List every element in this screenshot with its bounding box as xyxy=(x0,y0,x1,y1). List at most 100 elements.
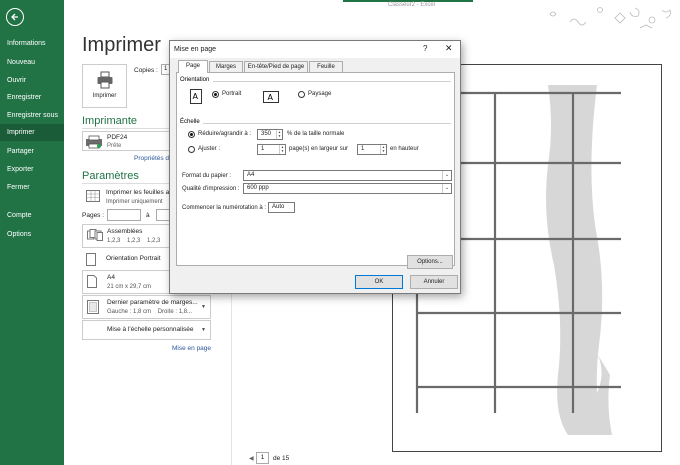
reduce-percent-value: 350 xyxy=(261,131,272,137)
sidebar-item-enregistrer-sous[interactable]: Enregistrer sous xyxy=(0,107,64,124)
close-icon[interactable]: ✕ xyxy=(445,43,453,54)
fit-tall-spinner[interactable]: 1 ▲ ▼ xyxy=(357,144,387,155)
paper-size-main: A4 xyxy=(107,274,115,281)
sidebar-item-compte[interactable]: Compte xyxy=(0,207,64,224)
options-button[interactable]: Options... xyxy=(407,255,453,269)
printer-section-title: Imprimante xyxy=(82,115,138,127)
sidebar-item-exporter[interactable]: Exporter xyxy=(0,161,64,178)
spinner-arrows-icon[interactable]: ▲ ▼ xyxy=(279,145,285,154)
page-title: Imprimer xyxy=(82,34,161,56)
paper-size-sub: 21 cm x 29,7 cm xyxy=(107,284,152,290)
fit-radio[interactable] xyxy=(188,146,195,153)
page-setup-dialog: Mise en page ? ✕ Page Marges En-tête/Pie… xyxy=(169,40,461,294)
margins-sub: Gauche : 1,8 cm Droite : 1,8... xyxy=(107,309,193,315)
chevron-down-icon: ▼ xyxy=(201,327,206,333)
paper-size-value: A4 xyxy=(247,172,255,178)
scaling-main: Mise à l'échelle personnalisée xyxy=(107,326,194,333)
back-button[interactable] xyxy=(6,8,24,26)
fit-tall-value: 1 xyxy=(361,146,365,152)
sidebar-item-nouveau[interactable]: Nouveau xyxy=(0,54,64,71)
printer-status: Prête xyxy=(107,143,122,149)
tab-marges[interactable]: Marges xyxy=(209,61,243,72)
orientation-group-label: Orientation xyxy=(180,77,210,83)
fit-wide-suffix: page(s) en largeur sur xyxy=(289,146,349,152)
collate-icon xyxy=(87,229,103,241)
landscape-orientation-icon: A xyxy=(263,91,279,103)
backstage-sidebar: Informations Nouveau Ouvrir Enregistrer … xyxy=(0,0,64,465)
first-page-input[interactable]: Auto xyxy=(268,202,295,213)
tab-en-tete-pied-de-page[interactable]: En-tête/Pied de page xyxy=(244,61,308,72)
landscape-radio[interactable] xyxy=(298,91,305,98)
chevron-down-icon: ▼ xyxy=(201,304,206,310)
sidebar-item-options[interactable]: Options xyxy=(0,226,64,243)
arrow-left-icon xyxy=(11,13,18,21)
fit-wide-value: 1 xyxy=(261,146,265,152)
current-page-input[interactable]: 1 xyxy=(256,452,269,464)
svg-text:A: A xyxy=(268,93,274,102)
pages-from-input[interactable] xyxy=(107,209,141,221)
chevron-down-icon[interactable]: ⌄ xyxy=(442,171,451,180)
portrait-orientation-icon: A xyxy=(190,89,202,104)
fit-wide-spinner[interactable]: 1 ▲ ▼ xyxy=(257,144,286,155)
portrait-page-icon xyxy=(86,253,96,266)
window-title: Classeur2 - Excel xyxy=(388,2,436,8)
portrait-label: Portrait xyxy=(222,91,242,97)
help-icon[interactable]: ? xyxy=(423,44,427,53)
print-quality-label: Qualité d'impression : xyxy=(182,186,240,192)
sidebar-item-enregistrer[interactable]: Enregistrer xyxy=(0,89,64,106)
scale-group-divider xyxy=(203,123,451,124)
reduce-percent-spinner[interactable]: 350 ▲ ▼ xyxy=(257,129,283,140)
pages-to-label: à xyxy=(146,212,150,219)
margins-main: Dernier paramètre de marges... xyxy=(107,299,198,306)
previous-page-icon[interactable]: ◀ xyxy=(249,455,254,462)
printer-properties-link[interactable]: Propriétés de xyxy=(134,155,173,162)
margins-selector[interactable]: Dernier paramètre de marges... Gauche : … xyxy=(82,295,211,319)
collate-sub: 1,2,3 1,2,3 1,2,3 xyxy=(107,238,161,244)
chevron-down-icon[interactable]: ⌄ xyxy=(442,184,451,193)
fit-label: Ajuster : xyxy=(198,146,221,152)
cancel-button[interactable]: Annuler xyxy=(410,275,458,289)
copies-label: Copies : xyxy=(134,67,158,74)
sidebar-item-fermer[interactable]: Fermer xyxy=(0,179,64,196)
landscape-label: Paysage xyxy=(308,91,332,97)
print-button[interactable]: Imprimer xyxy=(82,64,127,108)
spinner-arrows-icon[interactable]: ▲ ▼ xyxy=(380,145,386,154)
first-page-label: Commencer la numérotation à : xyxy=(182,205,267,211)
print-what-sub: Imprimer uniquement xyxy=(106,199,163,205)
ok-button[interactable]: OK xyxy=(355,275,403,289)
dialog-title: Mise en page xyxy=(174,46,217,53)
print-button-label: Imprimer xyxy=(92,93,117,99)
sidebar-item-ouvrir[interactable]: Ouvrir xyxy=(0,72,64,89)
print-quality-value: 600 ppp xyxy=(247,185,269,191)
printer-icon xyxy=(86,135,102,149)
page-count: de 15 xyxy=(273,455,290,462)
dialog-titlebar: Mise en page ? ✕ xyxy=(170,41,460,58)
printer-icon xyxy=(97,71,113,89)
page-tab-panel: Orientation A Portrait A Paysage Échelle… xyxy=(176,72,455,269)
orientation-main: Orientation Portrait xyxy=(106,255,161,262)
sidebar-item-imprimer[interactable]: Imprimer xyxy=(0,124,64,141)
tab-page[interactable]: Page xyxy=(178,60,208,73)
scaling-selector[interactable]: Mise à l'échelle personnalisée ▼ xyxy=(82,320,211,340)
reduce-radio[interactable] xyxy=(188,131,195,138)
print-quality-combo[interactable]: 600 ppp ⌄ xyxy=(243,183,452,194)
collate-main: Assemblées xyxy=(107,228,143,235)
reduce-label: Réduire/agrandir à : xyxy=(198,131,252,137)
portrait-radio[interactable] xyxy=(212,91,219,98)
fit-tall-suffix: en hauteur xyxy=(390,146,419,152)
spinner-arrows-icon[interactable]: ▲ ▼ xyxy=(276,130,282,139)
sidebar-item-informations[interactable]: Informations xyxy=(0,35,64,52)
paper-size-label: Format du papier : xyxy=(182,173,232,179)
orientation-group-divider xyxy=(213,81,451,82)
page-setup-link[interactable]: Mise en page xyxy=(172,345,211,352)
sidebar-item-partager[interactable]: Partager xyxy=(0,143,64,160)
decorative-doodle-icon xyxy=(549,7,671,29)
reduce-suffix: % de la taille normale xyxy=(287,131,345,137)
paper-size-combo[interactable]: A4 ⌄ xyxy=(243,170,452,181)
printer-name: PDF24 xyxy=(107,134,128,141)
tab-feuille[interactable]: Feuille xyxy=(309,61,343,72)
pages-label: Pages : xyxy=(82,212,105,219)
page-icon xyxy=(87,275,97,288)
print-what-main: Imprimer les feuilles a xyxy=(106,189,170,196)
printer-selector[interactable]: PDF24 Prête xyxy=(82,131,173,151)
